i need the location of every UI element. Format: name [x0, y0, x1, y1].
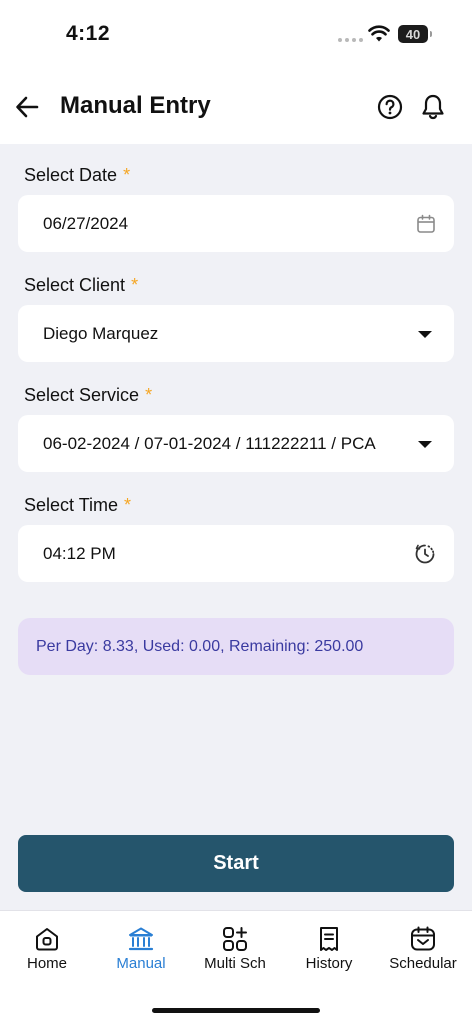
- time-label-text: Select Time: [24, 495, 119, 515]
- chevron-down-icon[interactable]: [418, 440, 432, 448]
- service-label: Select Service *: [24, 385, 152, 406]
- nav-item-home[interactable]: Home: [0, 925, 94, 972]
- client-label: Select Client *: [24, 275, 138, 296]
- nav-label-manual: Manual: [116, 955, 166, 972]
- client-value: Diego Marquez: [43, 323, 159, 343]
- bank-icon: [128, 927, 154, 951]
- status-time: 4:12: [66, 22, 111, 45]
- app-bar: Manual Entry: [0, 70, 472, 144]
- service-label-text: Select Service: [24, 385, 140, 405]
- home-indicator: [152, 1008, 320, 1013]
- nav-label-history: History: [305, 955, 353, 972]
- page-title: Manual Entry: [60, 92, 211, 119]
- required-star: *: [124, 495, 132, 515]
- battery-icon: 40: [398, 25, 428, 43]
- battery-cap: [430, 31, 432, 37]
- battery-level: 40: [405, 26, 421, 42]
- wifi-icon: [368, 25, 390, 42]
- nav-label-home: Home: [26, 955, 67, 972]
- required-star: *: [145, 385, 153, 405]
- bell-icon[interactable]: [420, 93, 446, 121]
- nav-item-schedular[interactable]: Schedular: [376, 925, 470, 972]
- date-value: 06/27/2024: [43, 213, 129, 233]
- required-star: *: [123, 165, 131, 185]
- date-field[interactable]: 06/27/2024: [18, 195, 454, 252]
- time-label: Select Time *: [24, 495, 131, 516]
- start-button[interactable]: Start: [18, 835, 454, 892]
- back-arrow-icon[interactable]: [14, 94, 40, 120]
- required-star: *: [131, 275, 139, 295]
- calendar-icon: [411, 926, 435, 951]
- signal-dots-icon: [338, 38, 363, 42]
- clock-icon[interactable]: [414, 543, 436, 565]
- nav-label-multi-sch: Multi Sch: [204, 955, 266, 972]
- date-label-text: Select Date: [24, 165, 118, 185]
- service-dropdown[interactable]: 06-02-2024 / 07-01-2024 / 111222211 / PC…: [18, 415, 454, 472]
- status-bar: 4:12 40: [0, 0, 472, 70]
- grid-add-icon: [223, 927, 247, 951]
- help-icon[interactable]: [377, 94, 403, 120]
- calendar-icon[interactable]: [416, 214, 436, 234]
- date-label: Select Date *: [24, 165, 130, 186]
- client-label-text: Select Client: [24, 275, 126, 295]
- client-dropdown[interactable]: Diego Marquez: [18, 305, 454, 362]
- nav-label-schedular: Schedular: [389, 955, 457, 972]
- time-value: 04:12 PM: [43, 543, 116, 563]
- allocation-info-box: Per Day: 8.33, Used: 0.00, Remaining: 25…: [18, 618, 454, 675]
- home-icon: [36, 928, 58, 951]
- service-value: 06-02-2024 / 07-01-2024 / 111222211 / PC…: [43, 433, 376, 453]
- nav-item-manual[interactable]: Manual: [94, 925, 188, 972]
- time-field[interactable]: 04:12 PM: [18, 525, 454, 582]
- receipt-icon: [320, 927, 338, 951]
- nav-item-history[interactable]: History: [282, 925, 376, 972]
- allocation-info-text: Per Day: 8.33, Used: 0.00, Remaining: 25…: [36, 637, 364, 655]
- nav-item-multi-sch[interactable]: Multi Sch: [188, 925, 282, 972]
- chevron-down-icon[interactable]: [418, 330, 432, 338]
